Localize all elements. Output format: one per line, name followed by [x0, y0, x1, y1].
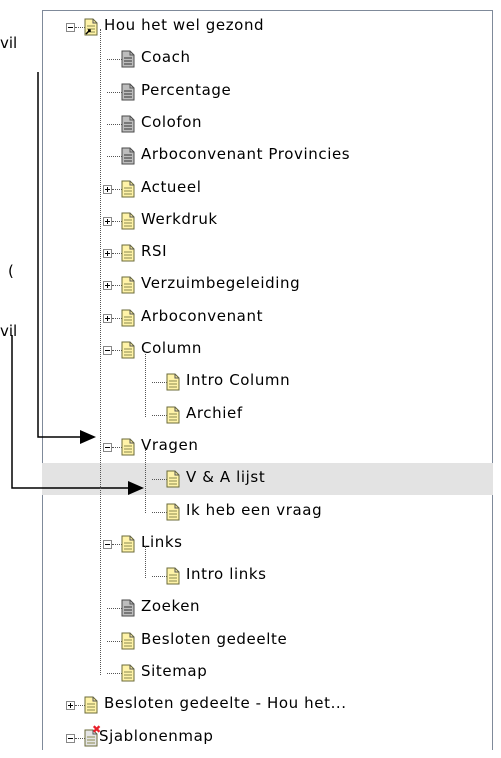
- tree-guide-line: [145, 352, 146, 417]
- tree-guide-line: [145, 545, 146, 579]
- tree-guide-line: [100, 29, 101, 675]
- annotation-arrows: [11, 72, 144, 495]
- tree-guide-line: [145, 448, 146, 514]
